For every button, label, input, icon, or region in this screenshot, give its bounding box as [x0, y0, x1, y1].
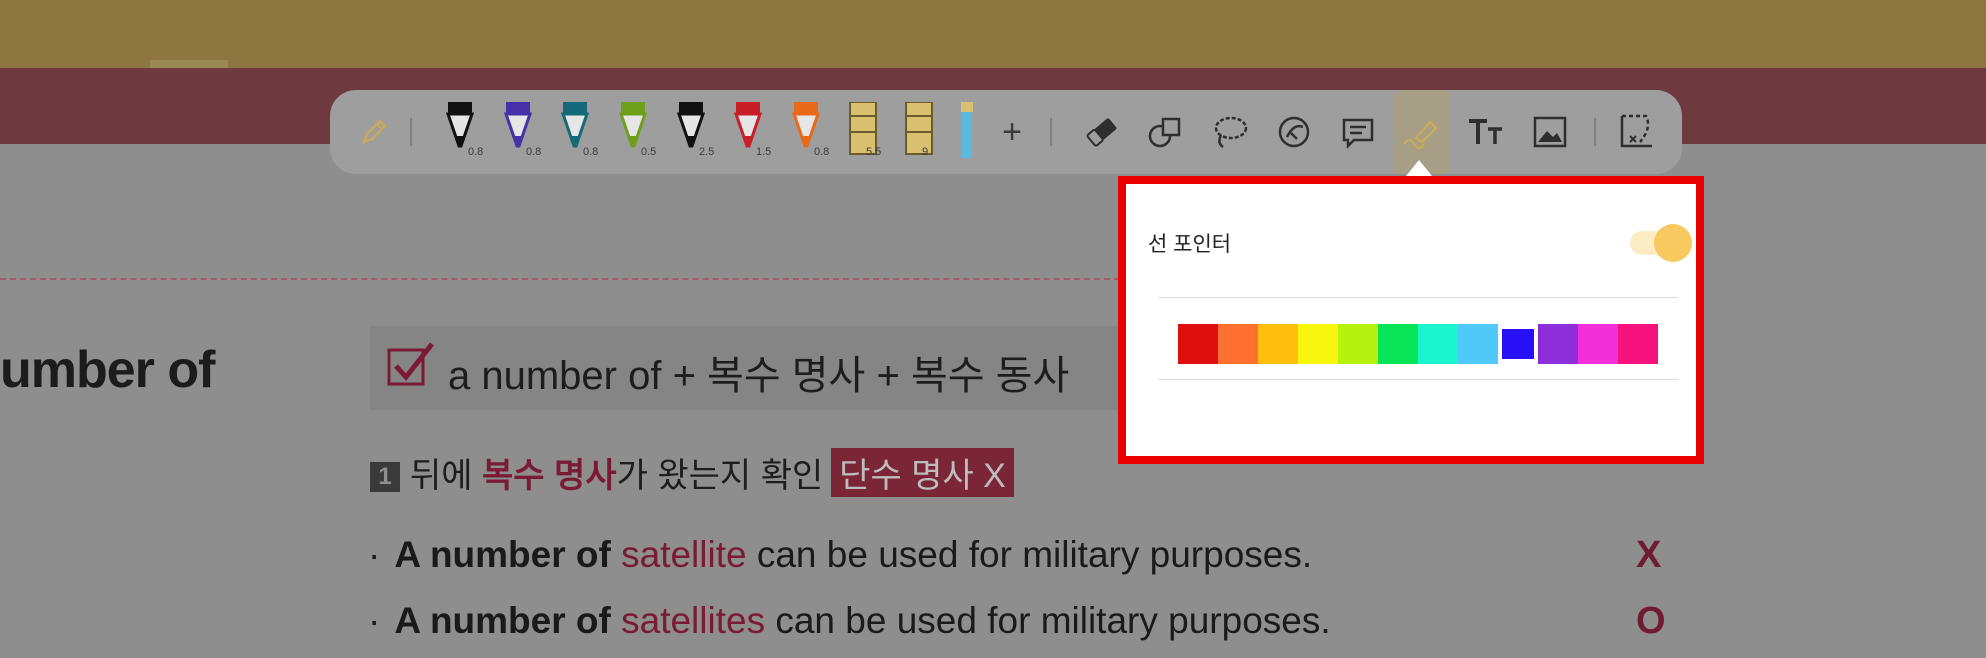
- pen-teal-button[interactable]: 0.8: [557, 90, 599, 174]
- rule-number-badge: 1: [370, 462, 400, 492]
- sentence-noun: satellite: [621, 534, 747, 575]
- pen-size-label: 2.5: [699, 146, 715, 158]
- color-swatch[interactable]: [1178, 324, 1218, 364]
- sticker-icon: [1278, 116, 1310, 148]
- color-swatch[interactable]: [1578, 324, 1618, 364]
- pen-black-thick-button[interactable]: 2.5: [673, 90, 715, 174]
- tape-size-label: 9: [922, 146, 929, 158]
- ruler-button[interactable]: [956, 90, 978, 174]
- lasso-icon: [1214, 116, 1248, 149]
- answer-mark: O: [1636, 600, 1666, 642]
- comment-button[interactable]: [1336, 90, 1380, 174]
- crop-icon: [1620, 114, 1652, 148]
- add-tool-button[interactable]: +: [992, 90, 1032, 174]
- popup-divider: [1158, 379, 1678, 380]
- eraser-button[interactable]: [1080, 90, 1124, 174]
- sentence-rest: can be used for military purposes.: [775, 600, 1331, 641]
- ruler-icon: [961, 102, 973, 158]
- color-swatch[interactable]: [1538, 324, 1578, 364]
- comment-icon: [1342, 118, 1374, 150]
- popup-pointer-arrow: [1406, 160, 1432, 176]
- section-title-fragment: umber of: [0, 341, 215, 399]
- pen-red-button[interactable]: 1.5: [730, 90, 772, 174]
- color-swatch[interactable]: [1298, 324, 1338, 364]
- pen-size-label: 0.8: [814, 146, 830, 158]
- toolbar-separator: [1050, 118, 1052, 146]
- answer-mark: X: [1636, 534, 1662, 576]
- image-button[interactable]: [1528, 90, 1572, 174]
- crop-button[interactable]: [1614, 90, 1658, 174]
- top-header-band: [0, 0, 1986, 68]
- tape-icon: [905, 102, 933, 155]
- laser-pointer-popup: 선 포인터: [1118, 176, 1704, 464]
- dashed-divider: [0, 278, 1120, 280]
- sticker-button[interactable]: [1272, 90, 1316, 174]
- color-swatch[interactable]: [1618, 324, 1658, 364]
- sentence-subject: A number of: [394, 600, 611, 641]
- pen-purple-button[interactable]: 0.8: [500, 90, 542, 174]
- tape-size-label: 5.5: [866, 146, 882, 158]
- bullet: ·: [368, 534, 381, 575]
- pen-size-label: 0.5: [641, 146, 657, 158]
- pen-size-label: 0.8: [526, 146, 542, 158]
- color-swatch[interactable]: [1338, 324, 1378, 364]
- color-swatch[interactable]: [1258, 324, 1298, 364]
- shapes-button[interactable]: [1144, 90, 1188, 174]
- rule-highlight: 복수 명사: [482, 457, 617, 495]
- laser-pointer-icon: [1403, 120, 1438, 150]
- sentence-subject: A number of: [394, 534, 611, 575]
- example-sentence: · A number of satellites can be used for …: [368, 600, 1331, 642]
- pen-black-button[interactable]: 0.8: [442, 90, 484, 174]
- pencil-mode-button[interactable]: [352, 90, 396, 174]
- rule-line: 1 뒤에 복수 명사가 왔는지 확인 단수 명사 X: [370, 448, 1014, 497]
- tape-button[interactable]: 5.5: [844, 90, 884, 174]
- laser-pointer-label: 선 포인터: [1148, 233, 1232, 256]
- tape-button[interactable]: 9: [900, 90, 940, 174]
- header-tab: [150, 60, 228, 68]
- color-palette: [1178, 324, 1660, 364]
- popup-divider: [1158, 297, 1678, 298]
- color-swatch[interactable]: [1218, 324, 1258, 364]
- toolbar-separator: [1594, 118, 1596, 146]
- rule-text-post: 가 왔는지 확인: [616, 457, 824, 495]
- pen-green-button[interactable]: 0.5: [615, 90, 657, 174]
- eraser-icon: [1086, 118, 1117, 147]
- rule-text-pre: 뒤에: [410, 457, 483, 495]
- image-icon: [1533, 116, 1567, 148]
- color-swatch[interactable]: [1458, 324, 1498, 364]
- shapes-icon: [1148, 117, 1181, 148]
- annotation-toolbar: 0.8 0.8 0.8 0.5 2.5 1.5 0.8 5.5 9 +: [330, 90, 1682, 174]
- pen-size-label: 1.5: [756, 146, 772, 158]
- text-icon: [1469, 119, 1502, 144]
- grammar-heading: a number of + 복수 명사 + 복수 동사: [448, 354, 1070, 398]
- rule-tag: 단수 명사 X: [831, 448, 1014, 497]
- example-sentence: · A number of satellite can be used for m…: [368, 534, 1312, 576]
- sentence-rest: can be used for military purposes.: [756, 534, 1313, 575]
- color-swatch[interactable]: [1418, 324, 1458, 364]
- pencil-icon: [361, 119, 387, 145]
- toolbar-separator: [410, 118, 412, 146]
- color-swatch-selected[interactable]: [1502, 329, 1534, 359]
- color-swatch[interactable]: [1378, 324, 1418, 364]
- pen-size-label: 0.8: [583, 146, 599, 158]
- text-button[interactable]: [1464, 90, 1508, 174]
- checkbox-icon: [387, 342, 434, 386]
- bullet: ·: [368, 600, 381, 641]
- laser-pointer-toggle[interactable]: [1630, 224, 1692, 262]
- sentence-noun: satellites: [621, 600, 766, 641]
- pen-orange-button[interactable]: 0.8: [788, 90, 830, 174]
- toggle-knob: [1654, 224, 1692, 262]
- pen-size-label: 0.8: [468, 146, 484, 158]
- lasso-button[interactable]: [1208, 90, 1252, 174]
